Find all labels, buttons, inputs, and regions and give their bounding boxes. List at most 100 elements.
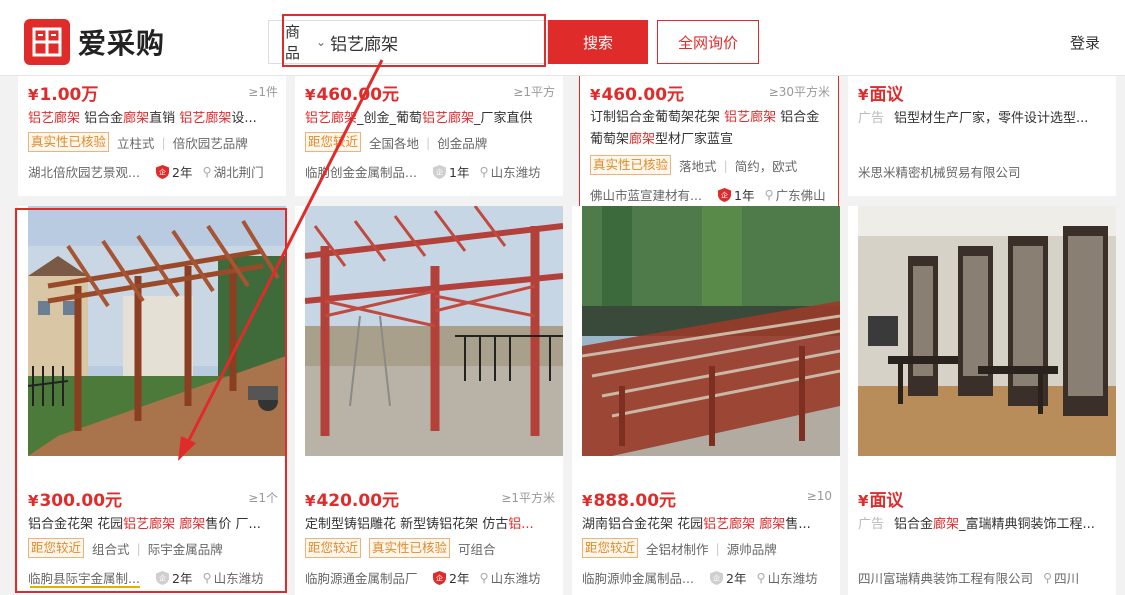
- price-value: 460.00元: [601, 85, 685, 105]
- currency-symbol: ¥: [590, 86, 601, 104]
- location-pin-icon: ⚲: [479, 570, 489, 585]
- search-button[interactable]: 搜索: [548, 20, 648, 64]
- price-value: 420.00元: [316, 491, 400, 511]
- product-image[interactable]: [305, 206, 563, 456]
- separator: |: [161, 134, 166, 150]
- tag-row: 真实性已核验 立柱式 | 倍欣园艺品牌: [28, 132, 280, 152]
- inquiry-button[interactable]: 全网询价: [657, 20, 759, 64]
- tag-row: 距您较近 组合式 | 际宇金属品牌: [28, 538, 280, 558]
- seller-row: 临朐源通金属制品厂 企 2年 ⚲ 山东潍坊: [305, 568, 557, 587]
- top-header: 爱采购 商品 ⌄ 搜索 全网询价 登录: [0, 0, 1125, 76]
- svg-text:企: 企: [436, 167, 443, 176]
- product-card[interactable]: ¥300.00元 ≥1个 铝合金花架 花园铝艺廊架 廊架售价 厂... 距您较近 组合式…: [18, 206, 286, 595]
- member-years: 1年: [734, 188, 755, 203]
- tag-text: 际宇金属品牌: [147, 541, 223, 557]
- tag-text: 简约，欧式: [734, 158, 798, 174]
- search-type-select[interactable]: 商品 ⌄: [269, 21, 326, 63]
- currency-symbol: ¥: [582, 492, 593, 510]
- keyword-highlight: 廊架: [629, 132, 656, 147]
- product-title[interactable]: 铝艺廊架 铝合金廊架直销 铝艺廊架设...: [28, 107, 280, 126]
- keyword-highlight: 铝艺廊架: [422, 111, 475, 126]
- location: 广东佛山: [775, 188, 826, 203]
- location-pin-icon: ⚲: [764, 187, 774, 202]
- seller-row: 临朐创金金属制品... 企 1年 ⚲ 山东潍坊: [305, 162, 557, 181]
- product-title[interactable]: 广告 铝型材生产厂家，零件设计选型...: [858, 107, 1110, 126]
- min-order: ≥1平方米: [501, 491, 555, 505]
- svg-text:企: 企: [436, 573, 443, 582]
- ad-label: 广告: [858, 111, 885, 126]
- member-years: 1年: [449, 165, 470, 180]
- seller-row: 临朐县际宇金属制... 企 2年 ⚲ 山东潍坊: [28, 568, 280, 587]
- keyword-highlight: 铝艺廊架: [28, 111, 81, 126]
- location: 四川: [1054, 571, 1080, 586]
- price: ¥888.00元: [582, 486, 676, 511]
- tag-text: 源帅品牌: [726, 541, 777, 557]
- tag-badge: 真实性已核验: [590, 155, 672, 175]
- company-name[interactable]: 湖北倍欣园艺景观...: [28, 162, 148, 181]
- title-text: _富瑞精典铜装饰工程...: [959, 517, 1095, 532]
- price: ¥460.00元: [590, 80, 684, 105]
- separator: |: [136, 540, 141, 556]
- product-image[interactable]: [28, 206, 286, 456]
- price: ¥面议: [858, 486, 903, 511]
- ad-label: 广告: [858, 517, 885, 532]
- title-text: 订制铝合金葡萄架花架: [590, 110, 725, 125]
- search-box: 商品 ⌄: [268, 20, 550, 64]
- title-text: 湖南铝合金花架 花园: [582, 517, 704, 532]
- tag-text: 落地式: [679, 158, 717, 174]
- tag-row: 距您较近 全铝材制作 | 源帅品牌: [582, 538, 834, 558]
- tag-badge: 距您较近: [582, 538, 639, 558]
- company-name[interactable]: 临朐源通金属制品厂: [305, 568, 425, 587]
- title-text: 铝合金: [80, 111, 124, 126]
- enterprise-shield-icon: 企: [710, 570, 723, 585]
- keyword-highlight: 廊架: [759, 517, 786, 532]
- tag-text: 可组合: [458, 541, 496, 557]
- login-link[interactable]: 登录: [1070, 32, 1100, 53]
- product-title[interactable]: 订制铝合金葡萄架花架 铝艺廊架 铝合金葡萄架廊架型材厂家蓝宣: [590, 107, 832, 151]
- keyword-highlight: 铝艺廊架: [123, 517, 176, 532]
- title-text: 铝型材生产厂家，零件设计选型...: [894, 111, 1089, 126]
- product-title[interactable]: 铝艺廊架_创金_葡萄铝艺廊架_厂家直供: [305, 107, 557, 126]
- min-order: ≥10: [806, 489, 832, 503]
- company-name[interactable]: 临朐源帅金属制品...: [582, 568, 702, 587]
- logo-mark-icon: [24, 19, 70, 65]
- tag-row: 距您较近 真实性已核验 可组合: [305, 538, 557, 558]
- currency-symbol: ¥: [28, 492, 39, 510]
- title-text: 售...: [785, 517, 811, 532]
- seller-row: 临朐源帅金属制品... 企 2年 ⚲ 山东潍坊: [582, 568, 834, 587]
- seller-row: 湖北倍欣园艺景观... 企 2年 ⚲ 湖北荆门: [28, 162, 280, 181]
- annotation-underline: [30, 586, 140, 588]
- seller-row: 米思米精密机械贸易有限公司: [858, 162, 1110, 181]
- product-title[interactable]: 广告 铝合金廊架_富瑞精典铜装饰工程...: [858, 513, 1110, 532]
- tag-badge: 真实性已核验: [369, 538, 451, 558]
- search-input[interactable]: [326, 21, 550, 63]
- company-name[interactable]: 四川富瑞精典装饰工程有限公司: [858, 568, 1033, 587]
- product-image[interactable]: [582, 206, 840, 456]
- enterprise-shield-icon: 企: [156, 164, 169, 179]
- company-name[interactable]: 临朐县际宇金属制...: [28, 568, 148, 587]
- product-card[interactable]: ¥420.00元 ≥1平方米 定制型铸铝雕花 新型铸铝花架 仿古铝... 距您较近 真实…: [295, 206, 563, 595]
- tag-text: 创金品牌: [437, 135, 488, 151]
- price-value: 1.00万: [39, 85, 99, 105]
- company-name[interactable]: 临朐创金金属制品...: [305, 162, 425, 181]
- min-order: ≥1平方: [513, 85, 555, 99]
- seller-row: 四川富瑞精典装饰工程有限公司 ⚲ 四川: [858, 568, 1110, 587]
- location: 山东潍坊: [490, 165, 541, 180]
- company-name[interactable]: 米思米精密机械贸易有限公司: [858, 162, 1021, 181]
- logo[interactable]: 爱采购: [24, 19, 165, 65]
- ad-card[interactable]: ¥面议广告 铝合金廊架_富瑞精典铜装饰工程... 四川富瑞精典装饰工程有限公司 ⚲ 四川: [848, 206, 1116, 595]
- currency-symbol: ¥: [305, 86, 316, 104]
- price-value: 888.00元: [593, 491, 677, 511]
- keyword-highlight: 铝艺廊架: [724, 110, 777, 125]
- product-card[interactable]: ¥888.00元 ≥10 湖南铝合金花架 花园铝艺廊架 廊架售... 距您较近 全铝材制…: [572, 206, 840, 595]
- tag-badge: 距您较近: [305, 538, 362, 558]
- product-photo: [305, 206, 563, 456]
- product-title[interactable]: 湖南铝合金花架 花园铝艺廊架 廊架售...: [582, 513, 834, 532]
- company-name[interactable]: 佛山市蓝宣建材有...: [590, 185, 710, 204]
- product-title[interactable]: 定制型铸铝雕花 新型铸铝花架 仿古铝...: [305, 513, 557, 532]
- tag-text: 立柱式: [117, 135, 155, 151]
- tag-text: 全国各地: [369, 135, 420, 151]
- product-image[interactable]: [858, 206, 1116, 456]
- product-title[interactable]: 铝合金花架 花园铝艺廊架 廊架售价 厂...: [28, 513, 280, 532]
- chevron-down-icon: ⌄: [316, 35, 327, 49]
